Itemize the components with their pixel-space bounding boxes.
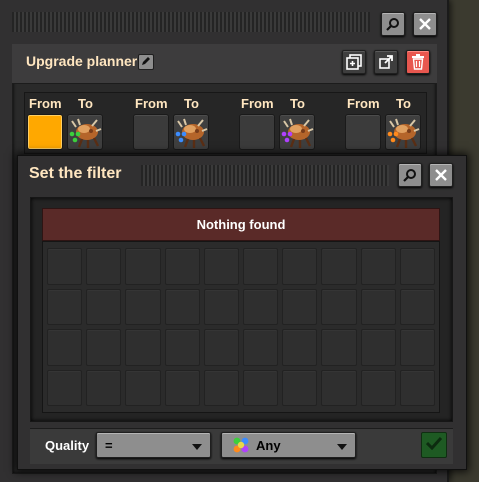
from-slot-2[interactable] — [133, 114, 169, 150]
copy-icon — [346, 54, 362, 70]
filter-slot[interactable] — [164, 369, 200, 406]
filter-slot[interactable] — [360, 369, 396, 406]
green-quality-icon — [69, 130, 81, 148]
export-icon — [378, 54, 394, 70]
filter-slot[interactable] — [282, 369, 318, 406]
filter-slot[interactable] — [86, 329, 122, 366]
filter-slot[interactable] — [243, 248, 279, 285]
filter-slot[interactable] — [203, 288, 239, 325]
filter-slot[interactable] — [360, 329, 396, 366]
from-slot-3[interactable] — [239, 114, 275, 150]
copy-button[interactable] — [342, 50, 366, 74]
filter-close-button[interactable] — [429, 163, 453, 187]
filter-slot[interactable] — [125, 329, 161, 366]
quality-label: Quality — [45, 438, 90, 453]
filter-slot-grid — [42, 241, 440, 413]
filter-slot[interactable] — [399, 329, 435, 366]
to-slot-4[interactable] — [385, 114, 421, 150]
from-label: From — [241, 96, 274, 111]
filter-slot[interactable] — [243, 369, 279, 406]
filter-slot[interactable] — [203, 369, 239, 406]
filter-slot[interactable] — [243, 329, 279, 366]
filter-search-button[interactable] — [398, 163, 422, 187]
purple-quality-icon — [281, 130, 293, 148]
filter-slot[interactable] — [125, 248, 161, 285]
filter-slot[interactable] — [282, 288, 318, 325]
to-label: To — [290, 96, 305, 111]
chevron-down-icon — [192, 438, 202, 453]
filter-slot[interactable] — [164, 288, 200, 325]
comparator-dropdown[interactable]: = — [96, 432, 211, 458]
filter-slot[interactable] — [86, 369, 122, 406]
filter-slot[interactable] — [321, 329, 357, 366]
filter-slot[interactable] — [321, 369, 357, 406]
filter-slot[interactable] — [360, 248, 396, 285]
comparator-value: = — [105, 437, 113, 453]
from-slot-1[interactable] — [27, 114, 63, 150]
from-slot-4[interactable] — [345, 114, 381, 150]
to-label: To — [78, 96, 93, 111]
filter-slot[interactable] — [164, 248, 200, 285]
filter-slot[interactable] — [125, 288, 161, 325]
pencil-icon — [141, 53, 151, 71]
filter-slot[interactable] — [47, 288, 83, 325]
to-slot-2[interactable] — [173, 114, 209, 150]
rename-button[interactable] — [138, 54, 154, 70]
filter-slot[interactable] — [321, 288, 357, 325]
to-label: To — [396, 96, 411, 111]
filter-slot[interactable] — [125, 369, 161, 406]
planner-title: Upgrade planner — [26, 53, 138, 69]
chevron-down-icon — [337, 438, 347, 453]
filter-titlebar-drag-handle[interactable] — [141, 165, 389, 186]
search-icon — [386, 17, 400, 31]
planner-titlebar-drag-handle[interactable] — [12, 12, 370, 32]
filter-slot[interactable] — [321, 248, 357, 285]
planner-close-button[interactable] — [413, 12, 437, 36]
filter-slot[interactable] — [203, 329, 239, 366]
from-label: From — [135, 96, 168, 111]
empty-results-banner: Nothing found — [42, 208, 440, 241]
filter-slot[interactable] — [282, 248, 318, 285]
filter-title: Set the filter — [29, 165, 122, 182]
filter-slot[interactable] — [86, 248, 122, 285]
any-quality-icon — [232, 436, 250, 454]
from-label: From — [29, 96, 62, 111]
export-button[interactable] — [374, 50, 398, 74]
filter-slot[interactable] — [203, 248, 239, 285]
filter-slot[interactable] — [47, 248, 83, 285]
filter-slot[interactable] — [243, 288, 279, 325]
search-icon — [403, 168, 417, 182]
orange-quality-icon — [387, 130, 399, 148]
filter-slot[interactable] — [399, 369, 435, 406]
to-slot-1[interactable] — [67, 114, 103, 150]
close-icon — [419, 18, 431, 30]
quality-dropdown[interactable]: Any — [221, 432, 356, 458]
quality-value: Any — [256, 437, 281, 453]
filter-slot[interactable] — [86, 288, 122, 325]
delete-button[interactable] — [406, 50, 430, 74]
filter-slot[interactable] — [399, 288, 435, 325]
filter-slot[interactable] — [399, 248, 435, 285]
filter-slot[interactable] — [282, 329, 318, 366]
planner-search-button[interactable] — [381, 12, 405, 36]
filter-slot[interactable] — [164, 329, 200, 366]
close-icon — [435, 169, 447, 181]
filter-slot[interactable] — [47, 329, 83, 366]
from-label: From — [347, 96, 380, 111]
filter-slot[interactable] — [360, 288, 396, 325]
blue-quality-icon — [175, 130, 187, 148]
to-slot-3[interactable] — [279, 114, 315, 150]
trash-icon — [411, 54, 425, 70]
empty-results-message: Nothing found — [196, 217, 286, 232]
confirm-button[interactable] — [421, 432, 447, 458]
checkmark-icon — [425, 436, 443, 455]
filter-slot[interactable] — [47, 369, 83, 406]
to-label: To — [184, 96, 199, 111]
